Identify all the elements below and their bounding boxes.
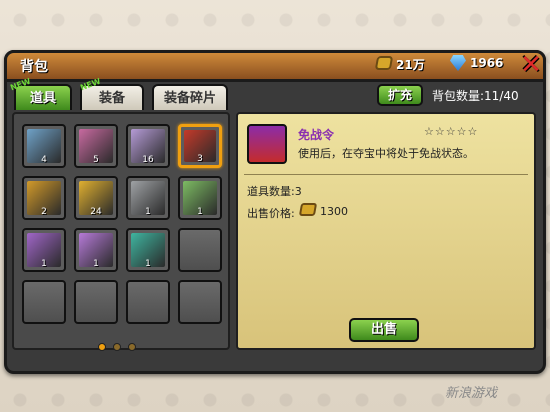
inventory-slot-empty[interactable]	[126, 280, 170, 324]
item-count: 1	[145, 207, 151, 217]
watermark: 新浪游戏	[445, 386, 498, 401]
item-count: 1	[93, 259, 99, 269]
tab-label: 装备碎片	[163, 91, 216, 106]
expand-button[interactable]: 扩充	[377, 84, 423, 106]
item-count: 1	[145, 259, 151, 269]
inventory-slot-ghost-spirit[interactable]: 1	[126, 176, 170, 220]
tab-label: 装备	[98, 91, 125, 106]
gold-amount: 21万	[396, 58, 425, 72]
sell-button[interactable]: 出售	[349, 318, 419, 342]
item-stars: ☆☆☆☆☆	[424, 125, 479, 138]
gold-icon	[298, 203, 318, 216]
tab-equipment-shards[interactable]: 装备碎片	[152, 84, 228, 110]
item-count: 16	[142, 155, 154, 165]
pagination-dots	[98, 336, 138, 355]
inventory-slot-purple-orbs[interactable]: 1	[22, 228, 66, 272]
item-name: 免战令	[298, 128, 335, 142]
item-count: 1	[41, 259, 47, 269]
gold-icon	[374, 56, 394, 70]
price-value: 1300	[320, 205, 348, 218]
tab-label: 道具	[29, 91, 56, 106]
price-label: 出售价格:	[247, 207, 295, 220]
item-count: 4	[41, 155, 47, 165]
item-description: 使用后，在夺宝中将处于免战状态。	[298, 147, 474, 160]
page-dot[interactable]	[128, 343, 137, 351]
item-count: 2	[41, 207, 47, 217]
panel-header	[4, 50, 546, 82]
inventory-slot-teal-orb[interactable]: 1	[126, 228, 170, 272]
close-button[interactable]: ✕	[518, 52, 544, 78]
inventory-slot-purple-orb[interactable]: 1	[74, 228, 118, 272]
inventory-slot-red-envelope[interactable]: 3	[178, 124, 222, 168]
inventory-slot-gold-card[interactable]: 2	[22, 176, 66, 220]
gem-amount: 1966	[470, 56, 504, 70]
item-count: 24	[90, 207, 102, 217]
item-count: 1	[197, 207, 203, 217]
inventory-slot-scroll-red[interactable]: 5	[74, 124, 118, 168]
inventory-slot-scroll-white[interactable]: 16	[126, 124, 170, 168]
page-dot[interactable]	[113, 343, 122, 351]
inventory-slot-empty[interactable]	[22, 280, 66, 324]
page-dot-active[interactable]	[98, 343, 106, 351]
item-quantity: 道具数量:3	[247, 185, 302, 198]
item-count: 3	[197, 154, 203, 164]
inventory-slot-ghost-spirit-green[interactable]: 1	[178, 176, 222, 220]
inventory-slot-empty[interactable]	[178, 280, 222, 324]
window-title: 背包	[20, 59, 48, 75]
inventory-slot-gold-badge[interactable]: 24	[74, 176, 118, 220]
inventory-slot-empty[interactable]	[74, 280, 118, 324]
item-count: 5	[93, 155, 99, 165]
inventory-slot-empty[interactable]	[178, 228, 222, 272]
capacity-text: 背包数量:11/40	[432, 89, 519, 103]
detail-divider	[244, 174, 528, 175]
detail-item-icon	[247, 124, 287, 164]
inventory-slot-book-stack[interactable]: 4	[22, 124, 66, 168]
